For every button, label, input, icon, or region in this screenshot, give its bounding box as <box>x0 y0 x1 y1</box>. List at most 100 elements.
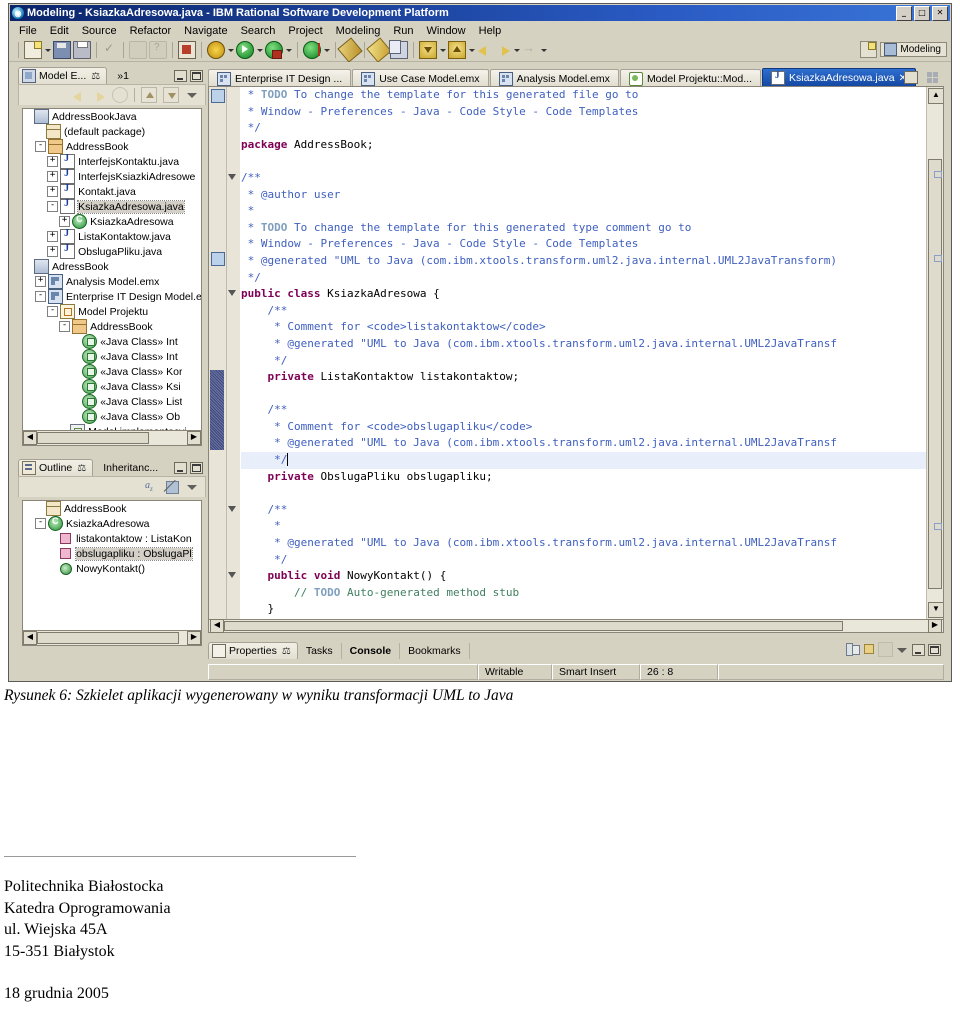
tree-item[interactable]: - Model Projektu <box>23 304 201 319</box>
run-dropdown-icon[interactable] <box>256 42 263 58</box>
next-edit-dropdown-icon[interactable] <box>540 42 547 58</box>
tree-expander[interactable]: - <box>35 291 47 302</box>
tree-item[interactable]: - AddressBook <box>23 139 201 154</box>
tree-expander[interactable]: - <box>47 201 59 212</box>
minimize-view-button[interactable] <box>174 70 187 82</box>
tree-expander[interactable]: + <box>59 216 71 227</box>
view-menu-icon[interactable] <box>896 643 909 656</box>
tree-expander[interactable]: + <box>47 156 59 167</box>
tree-item[interactable]: + InterfejsKontaktu.java <box>23 153 201 169</box>
tree-item[interactable]: «Java Class» Int <box>23 334 201 349</box>
perspective-button-modeling[interactable]: Modeling <box>880 42 947 57</box>
menu-item-refactor[interactable]: Refactor <box>130 25 172 37</box>
next-annotation-dropdown-icon[interactable] <box>439 42 446 58</box>
filter-icon[interactable] <box>878 642 893 657</box>
tree-expander[interactable]: - <box>35 518 47 529</box>
tree-item[interactable]: + KsiazkaAdresowa <box>23 214 201 229</box>
outline-tree[interactable]: AddressBook - KsiazkaAdresowa listakontak… <box>22 500 202 632</box>
tree-expander[interactable]: - <box>35 141 47 152</box>
tab-overflow[interactable]: »1 <box>107 68 135 84</box>
maximize-view-button[interactable] <box>190 70 203 82</box>
open-perspective-icon[interactable] <box>860 41 878 58</box>
validate-icon[interactable] <box>102 41 118 58</box>
pin-icon[interactable] <box>862 643 875 656</box>
back-icon[interactable] <box>477 42 493 58</box>
menu-item-search[interactable]: Search <box>241 25 276 37</box>
menu-item-window[interactable]: Window <box>427 25 466 37</box>
tree-expander[interactable]: + <box>47 171 59 182</box>
scroll-left-button[interactable]: ◀ <box>23 631 37 645</box>
fold-marker-icon[interactable] <box>228 572 236 579</box>
minimize-view-button[interactable] <box>174 462 187 474</box>
tree-item[interactable]: «Java Class» Ksi <box>23 379 201 394</box>
marker-icon[interactable] <box>211 89 225 103</box>
menu-item-file[interactable]: File <box>19 25 37 37</box>
previous-annotation-dropdown-icon[interactable] <box>468 42 475 58</box>
next-edit-icon[interactable] <box>522 40 538 58</box>
editor-tab[interactable]: Enterprise IT Design ... <box>208 69 352 87</box>
menu-item-help[interactable]: Help <box>479 25 502 37</box>
tree-item[interactable]: + InterfejsKsiazkiAdresowe <box>23 168 201 184</box>
maximize-editor-button[interactable] <box>904 71 918 84</box>
tree-item[interactable]: AddressBook <box>23 501 201 516</box>
scroll-right-button[interactable]: ▶ <box>187 631 201 645</box>
scroll-left-button[interactable]: ◀ <box>23 431 37 445</box>
editor-marker-gutter[interactable] <box>209 87 227 620</box>
editor-menu-icon[interactable] <box>926 71 940 85</box>
tree-item[interactable]: NowyKontakt() <box>23 561 201 576</box>
menu-item-edit[interactable]: Edit <box>50 25 69 37</box>
copy-icon[interactable] <box>389 40 408 59</box>
outline-hscrollbar[interactable]: ◀ ▶ <box>22 630 202 646</box>
restore-icon[interactable] <box>846 643 860 656</box>
maximize-button[interactable]: □ <box>914 5 930 21</box>
run-server-icon[interactable] <box>303 41 321 59</box>
scroll-up-button[interactable]: ▲ <box>928 88 943 104</box>
collapse-up-icon[interactable] <box>141 87 157 103</box>
bottom-tab-console[interactable]: Console <box>342 643 401 659</box>
editor-tab[interactable]: Model Projektu::Mod... <box>619 69 761 87</box>
tree-expander[interactable]: + <box>47 231 59 242</box>
forward-arrow-icon[interactable] <box>92 88 106 102</box>
tree-item[interactable]: + ObslugaPliku.java <box>23 243 201 259</box>
tree-item[interactable]: + Kontakt.java <box>23 183 201 199</box>
tree-expander[interactable]: + <box>35 276 47 287</box>
help-search-icon[interactable] <box>149 41 167 59</box>
refresh-icon[interactable] <box>112 87 128 103</box>
tree-item[interactable]: + ListaKontaktow.java <box>23 228 201 244</box>
forward-dropdown-icon[interactable] <box>513 42 520 58</box>
run-icon[interactable] <box>236 41 254 59</box>
run-external-dropdown-icon[interactable] <box>285 42 292 58</box>
maximize-view-button[interactable] <box>190 462 203 474</box>
editor-tab[interactable]: Use Case Model.emx <box>352 69 489 87</box>
tree-item[interactable]: AddressBookJava <box>23 109 201 124</box>
sort-icon[interactable]: az <box>145 480 159 494</box>
new-file-dropdown-icon[interactable] <box>44 42 51 58</box>
fold-marker-icon[interactable] <box>228 290 236 297</box>
hscroll-thumb[interactable] <box>37 432 149 444</box>
tree-item[interactable]: «Java Class» Ob <box>23 409 201 424</box>
scroll-right-button[interactable]: ▶ <box>187 431 201 445</box>
tree-item[interactable]: obslugapliku : ObslugaPl <box>23 546 201 561</box>
model-explorer-hscrollbar[interactable]: ◀ ▶ <box>22 430 202 446</box>
bottom-tab-tasks[interactable]: Tasks <box>298 643 342 659</box>
tree-expander[interactable]: - <box>59 321 71 332</box>
new-file-icon[interactable] <box>24 41 42 59</box>
next-annotation-icon[interactable] <box>419 41 437 59</box>
print-icon[interactable] <box>73 41 91 59</box>
editor-fold-gutter[interactable] <box>227 87 240 620</box>
build-icon[interactable] <box>129 41 147 59</box>
tree-item[interactable]: - KsiazkaAdresowa <box>23 516 201 531</box>
tree-item[interactable]: listakontaktow : ListaKon <box>23 531 201 546</box>
tree-item[interactable]: - Enterprise IT Design Model.e <box>23 289 201 304</box>
fold-marker-icon[interactable] <box>228 174 236 180</box>
editor-tab-active[interactable]: KsiazkaAdresowa.java✕ <box>761 68 917 87</box>
tab-inheritance[interactable]: Inheritanc... <box>93 460 164 476</box>
view-menu-icon[interactable] <box>185 88 199 102</box>
debug-dropdown-icon[interactable] <box>227 42 234 58</box>
hide-fields-icon[interactable] <box>163 479 179 494</box>
tree-item[interactable]: (default package) <box>23 124 201 139</box>
view-menu-icon[interactable] <box>185 480 199 494</box>
tree-expander[interactable]: + <box>47 186 59 197</box>
menu-item-project[interactable]: Project <box>288 25 322 37</box>
forward-icon[interactable] <box>495 42 511 58</box>
